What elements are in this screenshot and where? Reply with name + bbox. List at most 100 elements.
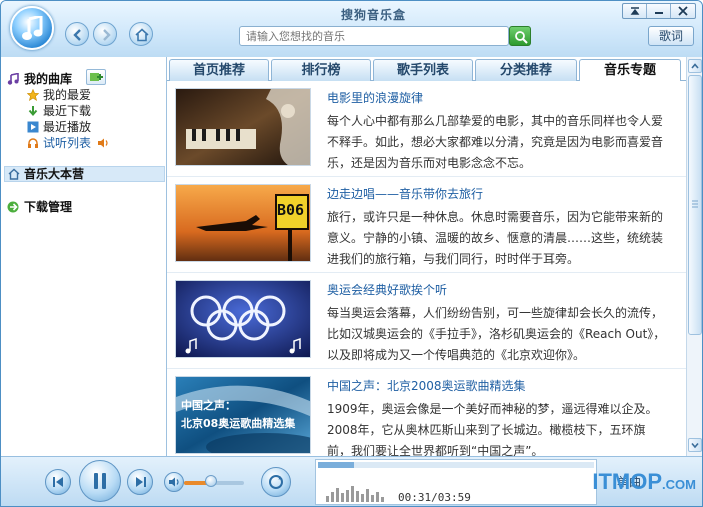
speaker-icon [169,477,179,487]
search-icon [515,31,528,44]
play-mode-button[interactable] [261,467,291,497]
topic-title[interactable]: 电影里的浪漫旋律 [327,89,423,106]
minimize-icon [655,12,663,14]
lyrics-button[interactable]: 歌词 [648,26,694,46]
close-icon [678,6,688,16]
chevron-down-icon [691,442,699,449]
topic-thumbnail[interactable]: 中国之声： 北京08奥运歌曲精选集 [175,376,311,454]
tab-categories[interactable]: 分类推荐 [475,59,577,81]
watermark-logo: ITMOP.COM [592,469,696,495]
sidebar-item-label: 最近播放 [43,120,92,134]
tab-home-recommend[interactable]: 首页推荐 [169,59,269,81]
watermark-text: ITMOP [592,469,663,494]
spectrum-bar [346,490,349,502]
sidebar-item-label: 最近下载 [43,104,92,118]
topic-thumbnail[interactable] [175,280,311,358]
speaker-icon [98,138,108,148]
topic-list: 电影里的浪漫旋律 每个人心中都有那么几部挚爱的电影，其中的音乐同样也令人爱不释手… [167,81,686,456]
sidebar-item-label: 音乐大本营 [24,167,85,181]
forward-button[interactable] [93,22,117,46]
olympic-rings-image [176,281,310,357]
volume-knob[interactable] [205,475,217,487]
back-button[interactable] [65,22,89,46]
list-item[interactable]: B06 边走边唱——音乐带你去旅行 旅行，或许只是一种休息。休息时需要音乐，因为… [167,177,686,273]
spectrum-bar [361,494,364,502]
topic-thumbnail[interactable] [175,88,311,166]
topic-description: 每个人心中都有那么几部挚爱的电影，其中的音乐同样也令人爱不释手。如此，想必大家都… [327,114,664,170]
sidebar-item-label: 我的最爱 [43,88,92,102]
thumbnail-caption: 北京08奥运歌曲精选集 [181,417,296,430]
list-item[interactable]: 奥运会经典好歌挨个听 每当奥运会落幕，人们纷纷告别，可一些旋律却会长久的流传，比… [167,273,686,369]
search-input[interactable] [240,27,500,45]
sidebar-item-label: 下载管理 [24,200,73,214]
topic-thumbnail[interactable]: B06 [175,184,311,262]
pin-icon [630,7,640,15]
home-button[interactable] [129,22,153,46]
spectrum-bar [376,492,379,502]
repeat-icon [269,475,283,489]
sidebar-item-label: 我的曲库 [24,72,73,86]
spectrum-bar [326,496,329,502]
pin-button[interactable] [623,4,647,18]
play-pause-button[interactable] [79,460,121,502]
scroll-thumb[interactable] [688,75,702,335]
spectrum-bar [356,491,359,502]
spectrum-bar [331,492,334,502]
chevron-up-icon [691,63,699,69]
scroll-down-button[interactable] [688,438,702,452]
star-icon [27,89,39,101]
add-icon [90,73,103,81]
minimize-button[interactable] [647,4,671,18]
window-controls [622,3,696,19]
player-bar: 00:31/03:59 单曲 ITMOP.COM [1,456,702,506]
add-playlist-button[interactable] [86,69,106,85]
spectrum-bar [366,489,369,502]
previous-icon [53,477,63,487]
spectrum-bar [381,497,384,502]
topic-description: 1909年，奥运会像是一个美好而神秘的梦，遥远得难以企及。2008年，它从奥林匹… [327,402,658,456]
app-logo-icon[interactable] [10,6,54,50]
topic-title[interactable]: 奥运会经典好歌挨个听 [327,281,447,298]
arrow-left-icon [73,29,81,41]
next-icon [136,477,146,487]
tab-bar: 首页推荐 排行榜 歌手列表 分类推荐 音乐专题 [167,57,686,82]
topic-description: 旅行，或许只是一种休息。休息时需要音乐，因为它能带来新的意义。宁静的小镇、温暖的… [327,210,664,266]
topic-title[interactable]: 中国之声：北京2008奥运歌曲精选集 [327,377,526,394]
playback-time: 00:31/03:59 [398,491,471,504]
home-icon [8,168,20,180]
airport-sunset-image [176,185,310,261]
tab-artists[interactable]: 歌手列表 [373,59,473,81]
list-item[interactable]: 中国之声： 北京08奥运歌曲精选集 中国之声：北京2008奥运歌曲精选集 190… [167,369,686,456]
watermark-suffix: .COM [662,477,696,492]
spectrum-bar [371,495,374,502]
previous-button[interactable] [45,469,71,495]
list-item[interactable]: 电影里的浪漫旋律 每个人心中都有那么几部挚爱的电影，其中的音乐同样也令人爱不释手… [167,81,686,177]
title-bar: 搜狗音乐盒 歌词 [1,1,702,57]
headphones-icon [28,138,38,148]
tab-music-topics[interactable]: 音乐专题 [579,59,681,82]
arrow-right-icon [103,29,111,41]
topic-description: 每当奥运会落幕，人们纷纷告别，可一些旋律却会长久的流传，比如汉城奥运会的《手拉手… [327,306,666,362]
grip-icon [692,200,698,208]
spectrum-bar [351,486,354,502]
tab-charts[interactable]: 排行榜 [271,59,371,81]
sidebar: 我的曲库 我的最爱 最近下载 最近播放 试听列表 音乐大本营 下载管理 [1,57,167,456]
mute-button[interactable] [164,472,184,492]
home-icon [135,28,149,42]
topic-title[interactable]: 边走边唱——音乐带你去旅行 [327,185,483,202]
search-field[interactable] [239,26,509,46]
download-manager-icon [7,201,19,213]
app-window: 搜狗音乐盒 歌词 我的曲库 [0,0,703,507]
music-note-icon [7,73,19,85]
next-button[interactable] [127,469,153,495]
pause-icon [94,473,106,489]
gate-sign-text: B06 [277,201,305,219]
sidebar-item-music-hub[interactable]: 音乐大本营 [4,166,165,182]
progress-bar[interactable] [318,462,594,468]
search-button[interactable] [509,26,531,46]
scroll-up-button[interactable] [688,59,702,73]
play-icon [27,121,39,133]
vertical-scrollbar[interactable] [686,57,702,456]
arrow-down-icon [28,106,38,117]
close-button[interactable] [671,4,695,18]
